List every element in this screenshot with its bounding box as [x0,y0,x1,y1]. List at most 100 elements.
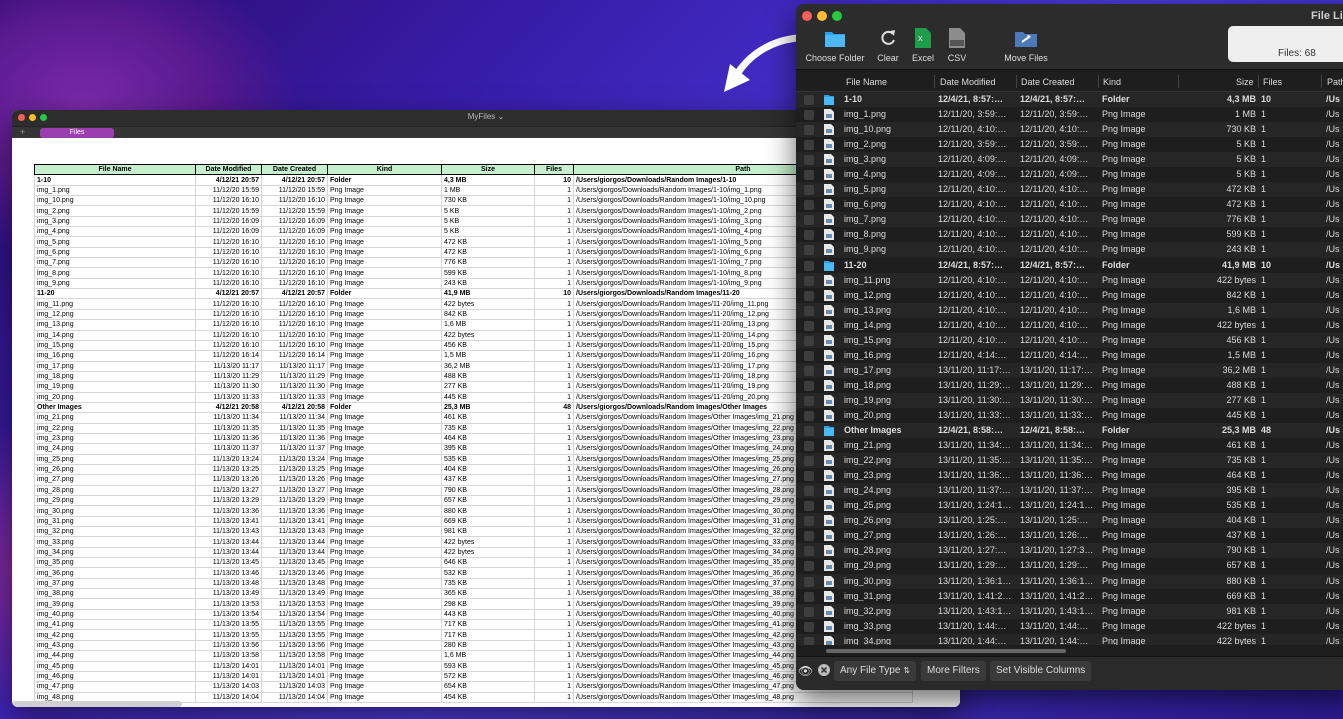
list-item[interactable]: img_24.png 13/11/20, 11:37:… 13/11/20, 11:… [796,483,1343,499]
sheet-cell[interactable]: 1 [534,629,574,641]
sheet-cell[interactable]: img_40.png [34,608,196,621]
sheet-row[interactable]: img_39.png 11/13/20 13:53 11/13/20 13:53 Pn… [34,598,913,610]
sheet-cell[interactable]: Png Image [327,319,442,331]
sheet-cell[interactable]: 11/12/20 16:10 [261,257,328,269]
sheet-cell[interactable]: 11/13/20 11:34 [195,412,262,424]
sheet-cell[interactable]: img_39.png [34,598,196,610]
row-checkbox[interactable] [804,230,814,241]
row-checkbox[interactable] [804,215,814,226]
sheet-row[interactable]: img_45.png 11/13/20 14:01 11/13/20 14:01 Pn… [34,660,913,672]
sheet-row[interactable]: img_4.png 11/12/20 16:09 11/12/20 16:09 Png… [34,226,913,238]
list-item[interactable]: img_22.png 13/11/20, 11:35:… 13/11/20, 11:… [796,453,1343,469]
sheet-row[interactable]: img_23.png 11/13/20 11:36 11/13/20 11:36 Pn… [34,432,913,445]
sheet-cell[interactable]: 11/13/20 11:37 [261,443,328,455]
sheet-cell[interactable]: Other Images [34,401,196,414]
sheet-cell[interactable]: Png Image [327,226,442,238]
sheet-cell[interactable]: Png Image [327,629,442,641]
sheet-row[interactable]: img_35.png 11/13/20 13:45 11/13/20 13:45 Pn… [34,557,913,569]
choose-folder-button[interactable]: Choose Folder [805,28,865,63]
sheet-row[interactable]: img_29.png 11/13/20 13:29 11/13/20 13:29 Pn… [34,494,913,507]
list-item[interactable]: img_10.png 12/11/20, 4:10:… 12/11/20, 4:10… [796,122,1343,138]
col-header-path[interactable]: Path [1327,77,1343,87]
sheet-cell[interactable]: 1 [534,350,574,362]
sheet-row[interactable]: img_42.png 11/13/20 13:55 11/13/20 13:55 Pn… [34,629,913,641]
sheet-cell[interactable]: 395 KB [441,443,535,455]
sheet-cell[interactable]: 599 KB [441,267,535,279]
sheet-cell[interactable]: 11/12/20 16:10 [195,329,262,341]
sheet-cell[interactable]: 11/12/20 16:09 [195,215,262,228]
sheet-cell[interactable]: 365 KB [441,588,535,600]
row-checkbox[interactable] [804,486,814,497]
sheet-cell[interactable]: Png Image [327,650,442,662]
col-header-date-created[interactable]: Date Created [1021,77,1075,87]
sheet-cell[interactable]: img_44.png [34,650,196,662]
sheet-cell[interactable]: img_37.png [34,577,196,590]
sheet-cell[interactable]: 11/12/20 16:10 [261,277,328,290]
sheet-cell[interactable]: 11/13/20 11:34 [261,412,328,424]
tab-files[interactable]: Files [40,128,114,138]
sheet-cell[interactable]: img_4.png [34,226,196,238]
file-type-select[interactable]: Any File Type ⇅ [834,661,916,681]
sheet-row[interactable]: img_21.png 11/13/20 11:34 11/13/20 11:34 Pn… [34,412,913,424]
sheet-cell[interactable]: 11/12/20 16:09 [195,226,262,238]
sheet-cell[interactable]: 1 [534,277,574,290]
sheet-cell[interactable]: Folder [327,174,442,186]
sheet-cell[interactable]: 11/12/20 16:10 [195,308,262,321]
sheet-cell[interactable]: 1,5 MB [441,350,535,362]
sheet-cell[interactable]: 1 [534,546,574,559]
sheet-cell[interactable]: Png Image [327,484,442,497]
sheet-row[interactable]: img_26.png 11/13/20 13:25 11/13/20 13:25 Pn… [34,463,913,476]
sheet-cell[interactable]: img_18.png [34,370,196,383]
sheet-cell[interactable]: Png Image [327,505,442,517]
sheet-cell[interactable]: 10 [534,174,574,186]
sheet-cell[interactable]: 1 [534,412,574,424]
sheet-cell[interactable]: 5 KB [441,226,535,238]
sheet-cell[interactable]: 717 KB [441,619,535,631]
sheet-cell[interactable]: Png Image [327,422,442,434]
sheet-cell[interactable]: 11/12/20 16:10 [195,267,262,279]
list-item[interactable]: img_25.png 13/11/20, 1:24:1… 13/11/20, 1:2… [796,498,1343,513]
sheet-cell[interactable]: 1 [534,505,574,517]
sheet-cell[interactable]: Png Image [327,246,442,259]
sheet-row[interactable]: img_24.png 11/13/20 11:37 11/13/20 11:37 Pn… [34,443,913,455]
sheet-cell[interactable]: 11/13/20 14:01 [195,660,262,672]
sheet-cell[interactable]: img_36.png [34,567,196,579]
sheet-cell[interactable]: 11/13/20 11:35 [195,422,262,434]
sheet-cell[interactable]: 1 [534,453,574,465]
row-checkbox[interactable] [804,546,814,557]
file-list-rows[interactable]: 1-10 12/4/21, 8:57:… 12/4/21, 8:57:… Folder… [796,92,1343,645]
row-checkbox[interactable] [804,335,814,346]
sheet-cell[interactable]: Png Image [327,381,442,393]
sheet-cell[interactable]: 11/13/20 13:25 [261,463,328,476]
sheet-cell[interactable]: img_26.png [34,463,196,476]
sheet-cell[interactable]: img_10.png [34,195,196,207]
sheet-cell[interactable]: Png Image [327,660,442,672]
list-item[interactable]: img_8.png 12/11/20, 4:10:… 12/11/20, 4:10:… [796,227,1343,242]
sheet-cell[interactable]: Png Image [327,557,442,569]
sheet-cell[interactable]: 1 [534,381,574,393]
sheet-cell[interactable]: 11/12/20 16:10 [195,298,262,310]
list-item[interactable]: img_18.png 13/11/20, 11:29:… 13/11/20, 11:… [796,378,1343,393]
row-checkbox[interactable] [804,456,814,467]
sheet-cell[interactable]: img_19.png [34,381,196,393]
sheet-cell[interactable]: 1 [534,226,574,238]
sheet-row[interactable]: img_14.png 11/12/20 16:10 11/12/20 16:10 Pn… [34,329,913,341]
sheet-cell[interactable]: 11/12/20 16:10 [195,277,262,290]
sheet-cell[interactable]: 11/13/20 13:29 [195,494,262,507]
sheet-cell[interactable]: Png Image [327,588,442,600]
sheet-cell[interactable]: 48 [534,401,574,414]
row-checkbox[interactable] [804,140,814,151]
sheet-cell[interactable]: 1 [534,215,574,228]
sheet-cell[interactable]: 1 [534,608,574,621]
sheet-cell[interactable]: 593 KB [441,660,535,672]
row-checkbox[interactable] [804,395,814,406]
row-checkbox[interactable] [804,260,814,271]
sheet-cell[interactable]: 1 [534,432,574,445]
sheet-cell[interactable]: 11/13/20 13:26 [195,474,262,486]
list-item[interactable]: img_14.png 12/11/20, 4:10:… 12/11/20, 4:10… [796,318,1343,333]
row-checkbox[interactable] [804,365,814,376]
sheet-cell[interactable]: img_46.png [34,670,196,683]
sheet-cell[interactable]: 11/12/20 16:10 [261,308,328,321]
sheet-cell[interactable]: 1 [534,319,574,331]
sheet-cell[interactable]: 11/13/20 13:45 [261,557,328,569]
